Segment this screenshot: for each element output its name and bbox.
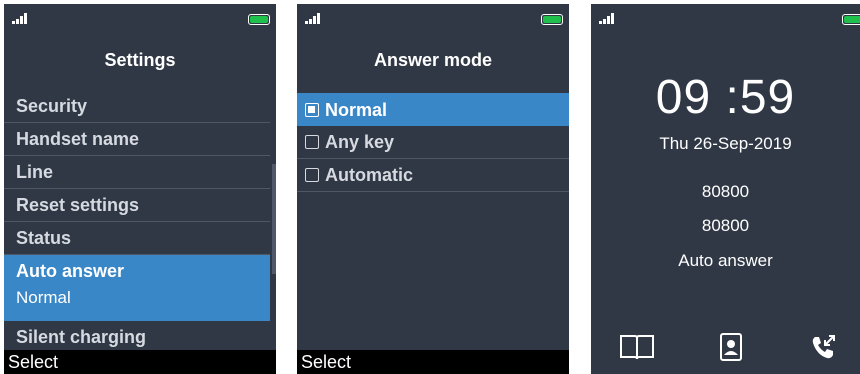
checkbox-unchecked-icon	[305, 168, 319, 182]
menu-item-label: Line	[16, 162, 54, 182]
signal-strength-icon	[599, 13, 621, 24]
answer-mode-screen: Answer mode Normal Any key Automatic Sel…	[297, 4, 569, 374]
menu-item-status[interactable]: Status	[4, 222, 270, 255]
line-number-1: 80800	[701, 182, 750, 201]
screen-title: Settings	[104, 50, 176, 70]
option-label: Normal	[325, 99, 388, 120]
menu-item-line[interactable]: Line	[4, 156, 270, 189]
option-label: Automatic	[325, 165, 414, 185]
line-number-2: 80800	[701, 216, 750, 235]
settings-screen: Settings Security Handset name Line Rese…	[4, 4, 276, 374]
menu-item-auto-answer[interactable]: Auto answer Normal	[4, 255, 270, 321]
clock-time: 09 :59	[655, 71, 796, 124]
scrollbar[interactable]	[272, 164, 276, 274]
answer-mode-options: Normal Any key Automatic	[297, 93, 569, 192]
menu-item-value: Normal	[16, 288, 71, 307]
menu-item-handset-name[interactable]: Handset name	[4, 123, 270, 156]
screen-title: Answer mode	[373, 50, 493, 70]
menu-item-security[interactable]: Security	[4, 90, 270, 123]
menu-item-label: Reset settings	[16, 195, 140, 215]
answer-mode-status: Auto answer	[678, 251, 773, 270]
settings-menu: Security Handset name Line Reset setting…	[4, 90, 276, 354]
option-automatic[interactable]: Automatic	[297, 159, 569, 192]
status-bar	[4, 4, 276, 30]
contact-icon[interactable]	[713, 330, 749, 364]
battery-icon	[248, 14, 270, 25]
menu-item-label: Silent charging	[16, 327, 147, 347]
checkbox-unchecked-icon	[305, 135, 319, 149]
menu-item-label: Status	[16, 228, 72, 248]
menu-item-reset-settings[interactable]: Reset settings	[4, 189, 270, 222]
signal-strength-icon	[12, 13, 34, 24]
option-any-key[interactable]: Any key	[297, 126, 569, 159]
status-bar	[591, 4, 860, 30]
menu-item-label: Security	[16, 96, 88, 116]
softkey-select[interactable]: Select	[297, 350, 569, 374]
battery-icon	[541, 14, 563, 25]
idle-shortcuts	[591, 330, 860, 364]
book-icon[interactable]	[619, 330, 655, 364]
status-bar	[297, 4, 569, 30]
date-text: Thu 26-Sep-2019	[659, 134, 792, 153]
signal-strength-icon	[305, 13, 327, 24]
option-normal[interactable]: Normal	[297, 93, 569, 126]
softkey-select[interactable]: Select	[4, 350, 276, 374]
menu-item-label: Handset name	[16, 129, 140, 149]
idle-screen: 09 :59 Thu 26-Sep-2019 80800 80800 Auto …	[591, 4, 860, 374]
call-log-icon[interactable]	[805, 330, 841, 364]
checkbox-checked-icon	[305, 102, 319, 117]
battery-icon	[842, 14, 860, 25]
option-label: Any key	[325, 132, 395, 152]
menu-item-label: Auto answer	[16, 261, 125, 281]
